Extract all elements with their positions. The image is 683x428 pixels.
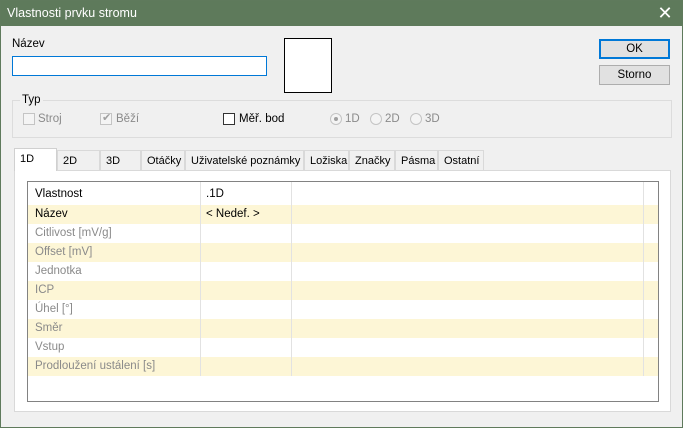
table-row[interactable]: Jednotka: [28, 262, 658, 281]
running-label: Běží: [116, 113, 140, 125]
row-property: Prodloužení ustálení [s]: [28, 357, 201, 376]
row-edge: [644, 300, 658, 319]
tab-3d[interactable]: 3D: [100, 150, 141, 170]
row-empty: [292, 262, 644, 281]
row-property: Citlivost [mV/g]: [28, 224, 201, 243]
header-property: Vlastnost: [28, 182, 201, 205]
radio-2d-label: 2D: [385, 113, 400, 125]
tab-otacky[interactable]: Otáčky: [141, 150, 185, 170]
title-bar[interactable]: Vlastnosti prvku stromu ✕: [1, 1, 682, 26]
cancel-button[interactable]: Storno: [599, 65, 670, 85]
table-row[interactable]: Citlivost [mV/g]: [28, 224, 658, 243]
row-empty: [292, 357, 644, 376]
row-property: Směr: [28, 319, 201, 338]
row-value[interactable]: [201, 300, 292, 319]
row-edge: [644, 319, 658, 338]
measure-point-label: Měř. bod: [239, 113, 285, 125]
color-preview[interactable]: [284, 38, 332, 93]
row-value[interactable]: [201, 224, 292, 243]
row-edge: [644, 357, 658, 376]
tab-pasma[interactable]: Pásma: [395, 150, 438, 170]
radio-1d-label: 1D: [345, 113, 360, 125]
tab-panel-1d: Vlastnost .1D Název < Nedef. > Citlivost…: [14, 170, 671, 412]
radio-2d[interactable]: [370, 113, 382, 125]
tab-znacky[interactable]: Značky: [349, 150, 395, 170]
row-value[interactable]: [201, 338, 292, 357]
machine-label: Stroj: [38, 113, 62, 125]
row-empty: [292, 300, 644, 319]
close-icon[interactable]: ✕: [648, 1, 682, 26]
tab-ostatni[interactable]: Ostatní: [438, 150, 484, 170]
row-property: Úhel [°]: [28, 300, 201, 319]
radio-3d[interactable]: [410, 113, 422, 125]
tab-2d[interactable]: 2D: [57, 150, 100, 170]
radio-1d[interactable]: [330, 113, 342, 125]
table-row[interactable]: ICP: [28, 281, 658, 300]
table-row[interactable]: Vstup: [28, 338, 658, 357]
tab-loziska[interactable]: Ložiska: [304, 150, 349, 170]
row-value[interactable]: [201, 243, 292, 262]
row-property: ICP: [28, 281, 201, 300]
grid-header-row: Vlastnost .1D: [28, 182, 658, 205]
row-edge: [644, 262, 658, 281]
ok-button[interactable]: OK: [599, 39, 670, 59]
row-property: Vstup: [28, 338, 201, 357]
row-empty: [292, 319, 644, 338]
row-empty: [292, 338, 644, 357]
dialog-window: Vlastnosti prvku stromu ✕ Název OK Storn…: [0, 0, 683, 428]
radio-selected-dot: [334, 117, 338, 121]
row-empty: [292, 281, 644, 300]
header-empty: [292, 182, 644, 205]
row-value[interactable]: [201, 281, 292, 300]
table-row[interactable]: Offset [mV]: [28, 243, 658, 262]
row-empty: [292, 224, 644, 243]
row-value[interactable]: [201, 262, 292, 281]
row-property: Jednotka: [28, 262, 201, 281]
window-title: Vlastnosti prvku stromu: [7, 6, 137, 20]
row-property: Offset [mV]: [28, 243, 201, 262]
header-value: .1D: [201, 182, 292, 205]
header-edge: [644, 182, 658, 205]
row-edge: [644, 338, 658, 357]
table-row[interactable]: Úhel [°]: [28, 300, 658, 319]
tab-1d[interactable]: 1D: [14, 148, 57, 171]
row-property: Název: [28, 205, 201, 224]
row-empty: [292, 243, 644, 262]
name-input[interactable]: [12, 56, 267, 76]
name-label: Název: [12, 38, 45, 50]
table-row[interactable]: Prodloužení ustálení [s]: [28, 357, 658, 376]
row-edge: [644, 243, 658, 262]
row-edge: [644, 224, 658, 243]
row-value[interactable]: < Nedef. >: [201, 205, 292, 224]
property-grid[interactable]: Vlastnost .1D Název < Nedef. > Citlivost…: [27, 181, 659, 402]
radio-3d-label: 3D: [425, 113, 440, 125]
tab-user-notes[interactable]: Uživatelské poznámky: [185, 150, 304, 170]
checkmark-icon: ✔: [102, 112, 112, 124]
table-row[interactable]: Směr: [28, 319, 658, 338]
measure-point-checkbox[interactable]: [223, 113, 235, 125]
machine-checkbox[interactable]: [23, 113, 35, 125]
row-edge: [644, 281, 658, 300]
row-edge: [644, 205, 658, 224]
type-group-title: Typ: [20, 94, 43, 106]
row-empty: [292, 205, 644, 224]
row-value[interactable]: [201, 357, 292, 376]
running-checkbox[interactable]: ✔: [100, 112, 112, 125]
row-value[interactable]: [201, 319, 292, 338]
table-row[interactable]: Název < Nedef. >: [28, 205, 658, 224]
